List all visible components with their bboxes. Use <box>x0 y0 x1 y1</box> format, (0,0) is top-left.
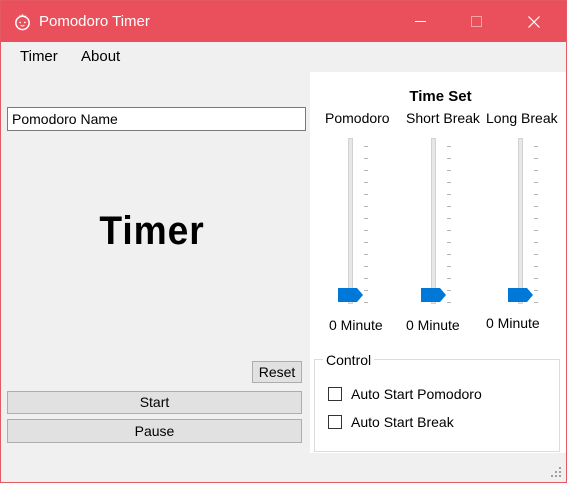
short-break-slider-label: Short Break <box>406 110 480 126</box>
slider-tick <box>447 182 451 183</box>
short-break-slider[interactable] <box>420 138 460 308</box>
slider-tick <box>447 230 451 231</box>
app-window: Pomodoro Timer Timer About Timer Reset S… <box>0 0 567 483</box>
pomodoro-value-label: 0 Minute <box>329 317 383 333</box>
slider-track <box>348 138 353 304</box>
pomodoro-slider[interactable] <box>337 138 377 308</box>
long-break-slider-label: Long Break <box>486 110 558 126</box>
control-group-label: Control <box>323 352 375 368</box>
slider-track <box>431 138 436 304</box>
slider-tick <box>534 182 538 183</box>
slider-tick <box>447 242 451 243</box>
slider-tick <box>534 218 538 219</box>
minimize-icon <box>414 21 426 22</box>
slider-tick <box>364 302 368 303</box>
slider-tick <box>364 158 368 159</box>
slider-track <box>518 138 523 304</box>
slider-tick <box>447 266 451 267</box>
slider-thumb[interactable] <box>338 288 364 302</box>
main-content: Timer Reset Start Pause Time Set Pomodor… <box>1 72 566 453</box>
slider-tick <box>447 254 451 255</box>
slider-tick <box>364 170 368 171</box>
slider-thumb[interactable] <box>508 288 534 302</box>
menu-bar: Timer About <box>1 42 566 72</box>
slider-tick <box>534 194 538 195</box>
timer-panel: Timer Reset Start Pause <box>1 72 309 453</box>
slider-tick <box>534 158 538 159</box>
close-button[interactable] <box>511 1 557 42</box>
slider-tick <box>534 146 538 147</box>
slider-tick <box>534 242 538 243</box>
checkbox-label: Auto Start Pomodoro <box>351 386 482 402</box>
slider-tick <box>447 170 451 171</box>
slider-tick <box>364 290 368 291</box>
slider-tick <box>447 278 451 279</box>
auto-start-break-checkbox[interactable]: Auto Start Break <box>328 414 454 430</box>
close-icon <box>528 15 540 28</box>
slider-tick <box>447 302 451 303</box>
control-group: Control Auto Start Pomodoro Auto Start B… <box>314 352 560 452</box>
checkbox-box[interactable] <box>328 415 342 429</box>
menu-item-timer[interactable]: Timer <box>18 48 60 65</box>
short-break-value-label: 0 Minute <box>406 317 460 333</box>
slider-tick <box>447 158 451 159</box>
auto-start-pomodoro-checkbox[interactable]: Auto Start Pomodoro <box>328 386 482 402</box>
resize-grip-icon[interactable] <box>548 464 562 478</box>
pomodoro-name-input[interactable] <box>7 107 306 131</box>
long-break-value-label: 0 Minute <box>486 315 540 331</box>
slider-tick <box>534 254 538 255</box>
slider-tick <box>447 146 451 147</box>
slider-tick <box>534 278 538 279</box>
menu-item-about[interactable]: About <box>79 48 122 65</box>
slider-tick <box>534 266 538 267</box>
checkbox-box[interactable] <box>328 387 342 401</box>
slider-tick <box>364 146 368 147</box>
start-button[interactable]: Start <box>7 391 302 414</box>
time-set-title: Time Set <box>409 88 472 105</box>
slider-tick <box>534 230 538 231</box>
timer-display: Timer <box>99 209 205 253</box>
checkbox-label: Auto Start Break <box>351 414 454 430</box>
pomodoro-slider-label: Pomodoro <box>325 110 390 126</box>
slider-tick <box>364 230 368 231</box>
long-break-slider[interactable] <box>507 138 547 308</box>
slider-tick <box>364 182 368 183</box>
slider-tick <box>364 278 368 279</box>
tomato-icon <box>15 13 30 31</box>
slider-tick <box>364 218 368 219</box>
settings-panel: Time Set Pomodoro Short Break Long Break… <box>310 72 566 453</box>
pause-button[interactable]: Pause <box>7 419 302 443</box>
slider-tick <box>447 290 451 291</box>
slider-thumb[interactable] <box>421 288 447 302</box>
slider-tick <box>447 218 451 219</box>
slider-tick <box>534 290 538 291</box>
slider-tick <box>364 266 368 267</box>
slider-tick <box>364 254 368 255</box>
slider-tick <box>534 302 538 303</box>
slider-tick <box>364 206 368 207</box>
reset-button[interactable]: Reset <box>252 361 302 383</box>
slider-tick <box>534 206 538 207</box>
window-title: Pomodoro Timer <box>39 13 150 30</box>
maximize-icon <box>470 16 482 27</box>
status-bar <box>1 453 566 482</box>
maximize-button[interactable] <box>453 1 499 42</box>
slider-tick <box>534 170 538 171</box>
slider-tick <box>364 242 368 243</box>
title-bar[interactable]: Pomodoro Timer <box>1 1 566 42</box>
slider-tick <box>447 206 451 207</box>
minimize-button[interactable] <box>397 1 443 42</box>
slider-tick <box>447 194 451 195</box>
slider-tick <box>364 194 368 195</box>
